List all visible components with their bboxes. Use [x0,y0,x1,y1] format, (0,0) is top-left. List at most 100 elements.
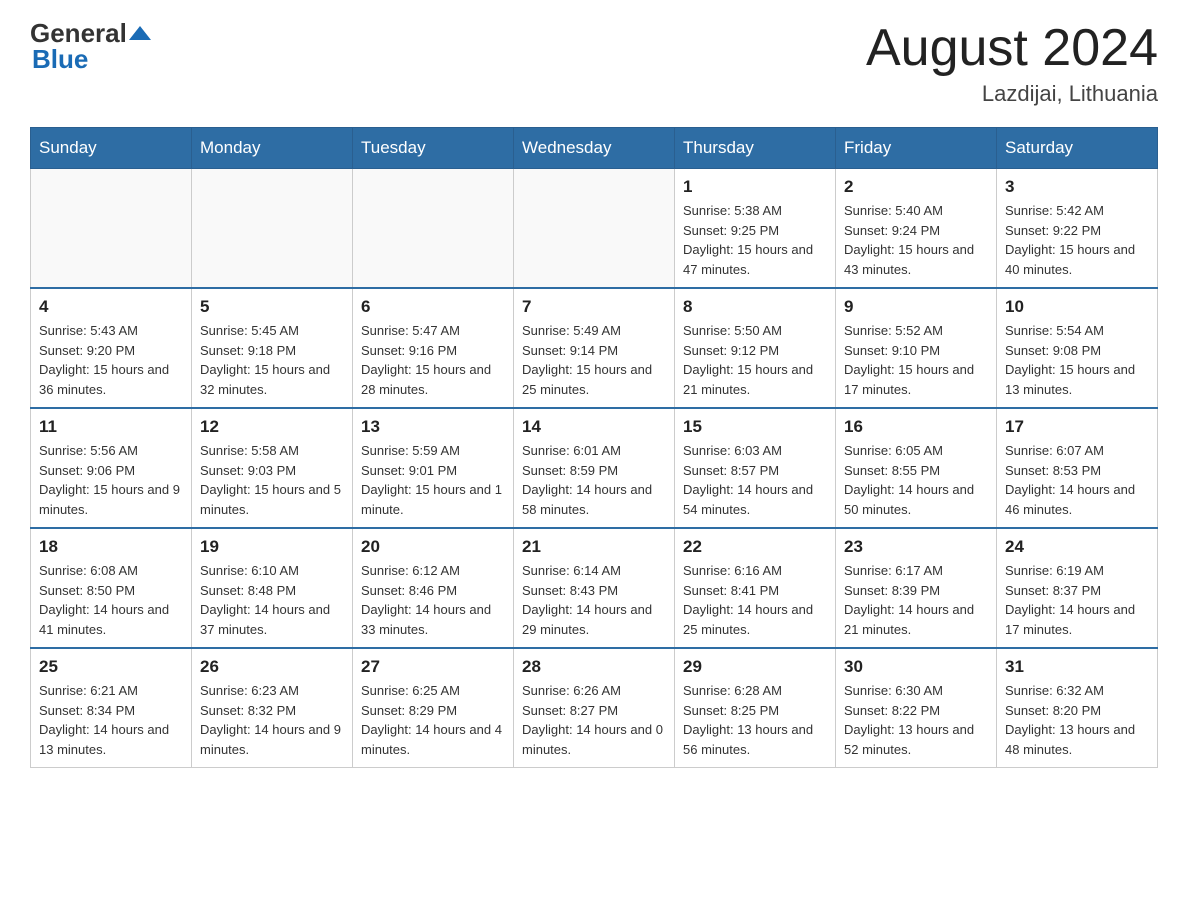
day-number: 16 [844,417,988,437]
day-info: Sunrise: 5:47 AM Sunset: 9:16 PM Dayligh… [361,321,505,399]
day-number: 14 [522,417,666,437]
day-info: Sunrise: 5:52 AM Sunset: 9:10 PM Dayligh… [844,321,988,399]
day-info: Sunrise: 6:08 AM Sunset: 8:50 PM Dayligh… [39,561,183,639]
day-info: Sunrise: 5:42 AM Sunset: 9:22 PM Dayligh… [1005,201,1149,279]
calendar-day-cell: 5 Sunrise: 5:45 AM Sunset: 9:18 PM Daylig… [192,288,353,408]
calendar-header-row: SundayMondayTuesdayWednesdayThursdayFrid… [31,128,1158,169]
day-number: 6 [361,297,505,317]
calendar-day-cell: 3 Sunrise: 5:42 AM Sunset: 9:22 PM Daylig… [997,169,1158,289]
page-header: General Blue August 2024 Lazdijai, Lithu… [30,20,1158,107]
day-info: Sunrise: 6:14 AM Sunset: 8:43 PM Dayligh… [522,561,666,639]
day-number: 1 [683,177,827,197]
day-of-week-header: Saturday [997,128,1158,169]
day-number: 24 [1005,537,1149,557]
day-number: 12 [200,417,344,437]
day-info: Sunrise: 5:56 AM Sunset: 9:06 PM Dayligh… [39,441,183,519]
day-number: 4 [39,297,183,317]
day-number: 18 [39,537,183,557]
day-number: 23 [844,537,988,557]
calendar-day-cell: 29 Sunrise: 6:28 AM Sunset: 8:25 PM Dayli… [675,648,836,768]
day-number: 15 [683,417,827,437]
day-info: Sunrise: 6:03 AM Sunset: 8:57 PM Dayligh… [683,441,827,519]
day-info: Sunrise: 6:30 AM Sunset: 8:22 PM Dayligh… [844,681,988,759]
logo-blue-text: Blue [32,46,88,72]
calendar-week-row: 18 Sunrise: 6:08 AM Sunset: 8:50 PM Dayli… [31,528,1158,648]
calendar-week-row: 11 Sunrise: 5:56 AM Sunset: 9:06 PM Dayli… [31,408,1158,528]
month-year-title: August 2024 [866,20,1158,77]
calendar-day-cell: 31 Sunrise: 6:32 AM Sunset: 8:20 PM Dayli… [997,648,1158,768]
day-info: Sunrise: 6:32 AM Sunset: 8:20 PM Dayligh… [1005,681,1149,759]
calendar-day-cell: 6 Sunrise: 5:47 AM Sunset: 9:16 PM Daylig… [353,288,514,408]
day-number: 27 [361,657,505,677]
day-number: 13 [361,417,505,437]
day-info: Sunrise: 6:05 AM Sunset: 8:55 PM Dayligh… [844,441,988,519]
location-subtitle: Lazdijai, Lithuania [866,81,1158,107]
day-info: Sunrise: 6:12 AM Sunset: 8:46 PM Dayligh… [361,561,505,639]
calendar-day-cell: 15 Sunrise: 6:03 AM Sunset: 8:57 PM Dayli… [675,408,836,528]
day-info: Sunrise: 5:49 AM Sunset: 9:14 PM Dayligh… [522,321,666,399]
calendar-day-cell: 4 Sunrise: 5:43 AM Sunset: 9:20 PM Daylig… [31,288,192,408]
day-number: 3 [1005,177,1149,197]
day-info: Sunrise: 6:28 AM Sunset: 8:25 PM Dayligh… [683,681,827,759]
day-info: Sunrise: 6:21 AM Sunset: 8:34 PM Dayligh… [39,681,183,759]
day-number: 22 [683,537,827,557]
day-info: Sunrise: 6:19 AM Sunset: 8:37 PM Dayligh… [1005,561,1149,639]
day-number: 9 [844,297,988,317]
day-info: Sunrise: 6:25 AM Sunset: 8:29 PM Dayligh… [361,681,505,759]
day-info: Sunrise: 6:07 AM Sunset: 8:53 PM Dayligh… [1005,441,1149,519]
day-info: Sunrise: 6:10 AM Sunset: 8:48 PM Dayligh… [200,561,344,639]
calendar-day-cell: 10Sunrise: 5:54 AM Sunset: 9:08 PM Dayli… [997,288,1158,408]
day-info: Sunrise: 5:59 AM Sunset: 9:01 PM Dayligh… [361,441,505,519]
day-number: 17 [1005,417,1149,437]
day-number: 7 [522,297,666,317]
calendar-day-cell: 1Sunrise: 5:38 AM Sunset: 9:25 PM Daylig… [675,169,836,289]
calendar-week-row: 4 Sunrise: 5:43 AM Sunset: 9:20 PM Daylig… [31,288,1158,408]
day-number: 10 [1005,297,1149,317]
calendar-day-cell: 11 Sunrise: 5:56 AM Sunset: 9:06 PM Dayli… [31,408,192,528]
day-number: 5 [200,297,344,317]
calendar-day-cell: 20Sunrise: 6:12 AM Sunset: 8:46 PM Dayli… [353,528,514,648]
day-info: Sunrise: 5:45 AM Sunset: 9:18 PM Dayligh… [200,321,344,399]
calendar-day-cell: 25Sunrise: 6:21 AM Sunset: 8:34 PM Dayli… [31,648,192,768]
calendar-week-row: 25Sunrise: 6:21 AM Sunset: 8:34 PM Dayli… [31,648,1158,768]
calendar-week-row: 1Sunrise: 5:38 AM Sunset: 9:25 PM Daylig… [31,169,1158,289]
day-info: Sunrise: 6:26 AM Sunset: 8:27 PM Dayligh… [522,681,666,759]
calendar-day-cell: 9 Sunrise: 5:52 AM Sunset: 9:10 PM Daylig… [836,288,997,408]
day-info: Sunrise: 5:43 AM Sunset: 9:20 PM Dayligh… [39,321,183,399]
day-of-week-header: Friday [836,128,997,169]
day-number: 31 [1005,657,1149,677]
day-number: 30 [844,657,988,677]
day-number: 2 [844,177,988,197]
day-number: 11 [39,417,183,437]
calendar-day-cell: 30 Sunrise: 6:30 AM Sunset: 8:22 PM Dayli… [836,648,997,768]
calendar-day-cell: 26Sunrise: 6:23 AM Sunset: 8:32 PM Dayli… [192,648,353,768]
day-info: Sunrise: 5:58 AM Sunset: 9:03 PM Dayligh… [200,441,344,519]
day-of-week-header: Wednesday [514,128,675,169]
calendar-day-cell: 22Sunrise: 6:16 AM Sunset: 8:41 PM Dayli… [675,528,836,648]
calendar-day-cell: 8 Sunrise: 5:50 AM Sunset: 9:12 PM Daylig… [675,288,836,408]
day-number: 29 [683,657,827,677]
calendar-day-cell [192,169,353,289]
day-of-week-header: Monday [192,128,353,169]
calendar-day-cell: 18 Sunrise: 6:08 AM Sunset: 8:50 PM Dayli… [31,528,192,648]
calendar-day-cell: 23Sunrise: 6:17 AM Sunset: 8:39 PM Dayli… [836,528,997,648]
calendar-day-cell: 12 Sunrise: 5:58 AM Sunset: 9:03 PM Dayli… [192,408,353,528]
day-number: 21 [522,537,666,557]
calendar-day-cell [353,169,514,289]
day-info: Sunrise: 5:40 AM Sunset: 9:24 PM Dayligh… [844,201,988,279]
calendar-day-cell: 19 Sunrise: 6:10 AM Sunset: 8:48 PM Dayli… [192,528,353,648]
calendar-day-cell: 21 Sunrise: 6:14 AM Sunset: 8:43 PM Dayli… [514,528,675,648]
title-section: August 2024 Lazdijai, Lithuania [866,20,1158,107]
day-of-week-header: Sunday [31,128,192,169]
day-of-week-header: Thursday [675,128,836,169]
calendar-day-cell: 24 Sunrise: 6:19 AM Sunset: 8:37 PM Dayli… [997,528,1158,648]
day-info: Sunrise: 5:50 AM Sunset: 9:12 PM Dayligh… [683,321,827,399]
day-of-week-header: Tuesday [353,128,514,169]
calendar-table: SundayMondayTuesdayWednesdayThursdayFrid… [30,127,1158,768]
calendar-day-cell [31,169,192,289]
calendar-day-cell: 27 Sunrise: 6:25 AM Sunset: 8:29 PM Dayli… [353,648,514,768]
day-number: 19 [200,537,344,557]
logo-general-text: General [30,20,127,46]
calendar-day-cell: 13 Sunrise: 5:59 AM Sunset: 9:01 PM Dayli… [353,408,514,528]
day-number: 8 [683,297,827,317]
